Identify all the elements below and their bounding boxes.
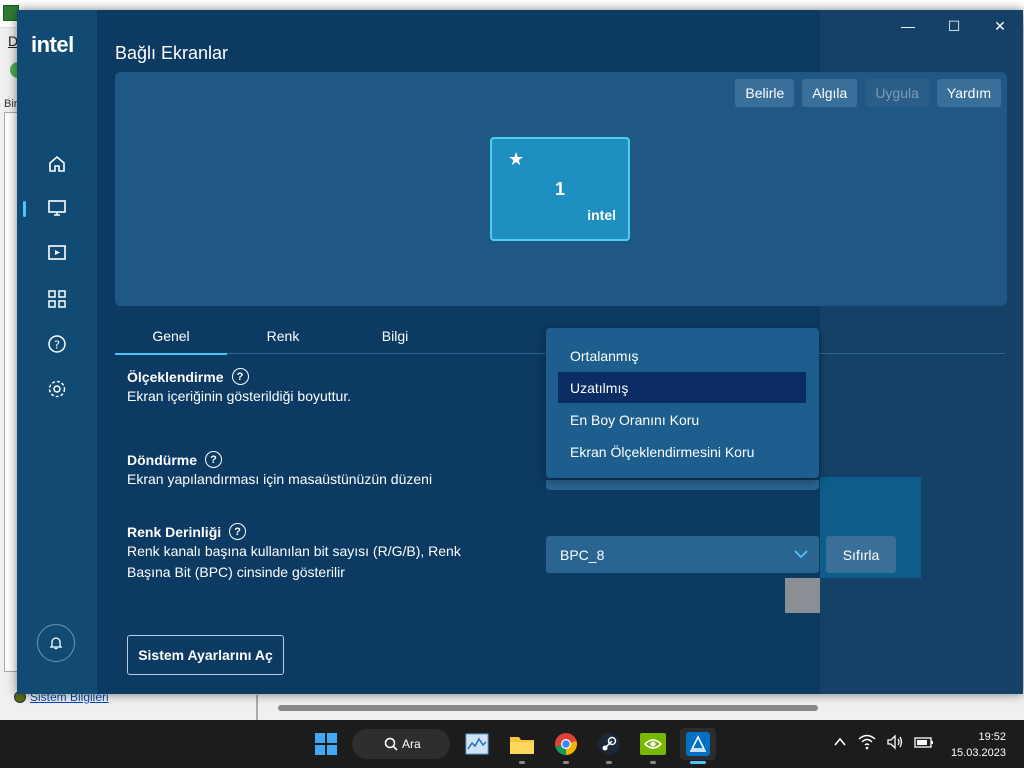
svg-text:?: ? <box>54 339 60 352</box>
wifi-icon[interactable] <box>858 734 876 750</box>
scaling-title: Ölçeklendirme <box>127 368 224 385</box>
gear-icon[interactable] <box>45 377 69 401</box>
detect-button[interactable]: Algıla <box>802 79 858 107</box>
display-toolbar: Belirle Algıla Uygula Yardım <box>735 79 1001 107</box>
rotation-title: Döndürme <box>127 451 197 468</box>
video-icon[interactable] <box>45 241 69 265</box>
scaling-option-maintain-display[interactable]: Ekran Ölçeklendirmesini Koru <box>558 436 806 467</box>
active-indicator <box>690 761 706 764</box>
home-icon[interactable] <box>45 152 69 176</box>
monitor-icon[interactable] <box>45 196 69 220</box>
intel-graphics-window: intel ? — ☐ ✕ Bağlı Ekranlar Belirle Alg… <box>17 10 1023 694</box>
nav-active-indicator <box>23 201 26 217</box>
rotation-heading: Döndürme ? <box>127 451 222 468</box>
clock[interactable]: 19:52 15.03.2023 <box>951 729 1006 761</box>
scaling-description: Ekran içeriğinin gösterildiği boyuttur. <box>127 388 352 404</box>
background-tree-panel <box>4 112 18 672</box>
color-depth-description: Renk kanalı başına kullanılan bit sayısı… <box>127 541 461 583</box>
sidebar: intel ? <box>17 10 97 694</box>
rotation-select[interactable] <box>546 480 819 490</box>
rotation-help-icon[interactable]: ? <box>205 451 222 468</box>
nvidia-icon[interactable] <box>637 728 669 764</box>
monitor-number: 1 <box>554 179 565 199</box>
intel-logo: intel <box>31 32 74 57</box>
running-indicator <box>650 761 656 764</box>
star-icon: ★ <box>508 149 525 169</box>
bell-icon[interactable] <box>37 624 75 662</box>
chevron-down-icon <box>794 550 808 559</box>
scaling-heading: Ölçeklendirme ? <box>127 368 249 385</box>
file-explorer-icon[interactable] <box>506 728 538 764</box>
color-depth-desc-line1: Renk kanalı başına kullanılan bit sayısı… <box>127 543 461 559</box>
running-indicator <box>563 761 569 764</box>
rotation-description: Ekran yapılandırması için masaüstünüzün … <box>127 471 433 487</box>
tab-info[interactable]: Bilgi <box>339 318 451 354</box>
open-system-settings-button[interactable]: Sistem Ayarlarını Aç <box>127 635 284 675</box>
display-arrangement-area: Belirle Algıla Uygula Yardım ★ 1 intel <box>115 72 1007 306</box>
search-label: Ara <box>402 737 421 751</box>
window-controls: — ☐ ✕ <box>885 10 1023 42</box>
page-title: Bağlı Ekranlar <box>115 43 229 63</box>
volume-icon[interactable] <box>886 734 904 750</box>
help-button[interactable]: Yardım <box>936 79 1001 107</box>
monitor-tile-1[interactable]: ★ 1 intel <box>490 137 630 241</box>
scaling-help-icon[interactable]: ? <box>231 368 249 385</box>
close-button[interactable]: ✕ <box>977 10 1023 42</box>
monitor-brand: intel <box>587 207 616 223</box>
tab-general[interactable]: Genel <box>115 318 227 355</box>
reset-button[interactable]: Sıfırla <box>826 536 896 573</box>
battery-icon[interactable] <box>914 734 934 750</box>
minimize-button[interactable]: — <box>885 10 931 42</box>
divider <box>256 695 258 720</box>
clock-date: 15.03.2023 <box>950 747 1006 759</box>
color-depth-title: Renk Derinliği <box>127 523 222 540</box>
start-icon[interactable] <box>310 728 342 760</box>
apply-button[interactable]: Uygula <box>865 79 929 107</box>
color-depth-value: BPC_8 <box>560 546 605 563</box>
grid-icon[interactable] <box>45 287 69 311</box>
search-icon <box>384 737 398 751</box>
running-indicator <box>606 761 612 764</box>
horizontal-scrollbar[interactable] <box>278 705 818 711</box>
running-indicator <box>519 761 525 764</box>
chevron-up-icon[interactable] <box>832 734 848 750</box>
taskbar-search[interactable]: Ara <box>352 729 450 759</box>
scaling-option-centered[interactable]: Ortalanmış <box>558 340 806 371</box>
color-depth-heading: Renk Derinliği ? <box>127 523 247 540</box>
chrome-icon[interactable] <box>550 728 582 764</box>
system-tray <box>832 734 934 750</box>
maximize-button[interactable]: ☐ <box>931 10 977 42</box>
intel-graphics-icon[interactable] <box>680 728 716 764</box>
taskbar: Ara 19:52 15.03.2023 <box>0 720 1024 768</box>
clock-time: 19:52 <box>978 731 1006 743</box>
scaling-option-maintain-aspect[interactable]: En Boy Oranını Koru <box>558 404 806 435</box>
task-manager-icon[interactable] <box>461 728 493 760</box>
tab-color[interactable]: Renk <box>227 318 339 354</box>
identify-button[interactable]: Belirle <box>735 79 795 107</box>
gray-block <box>785 578 820 613</box>
color-depth-desc-line2: Başına Bit (BPC) cinsinde gösterilir <box>127 564 345 580</box>
steam-icon[interactable] <box>593 728 625 764</box>
color-depth-select[interactable]: BPC_8 <box>546 536 819 573</box>
help-icon[interactable]: ? <box>45 332 69 356</box>
color-depth-help-icon[interactable]: ? <box>229 523 247 540</box>
scaling-dropdown-list: Ortalanmış Uzatılmış En Boy Oranını Koru… <box>546 328 819 478</box>
scaling-option-stretched[interactable]: Uzatılmış <box>558 372 806 403</box>
background-label: Bir <box>4 98 18 110</box>
